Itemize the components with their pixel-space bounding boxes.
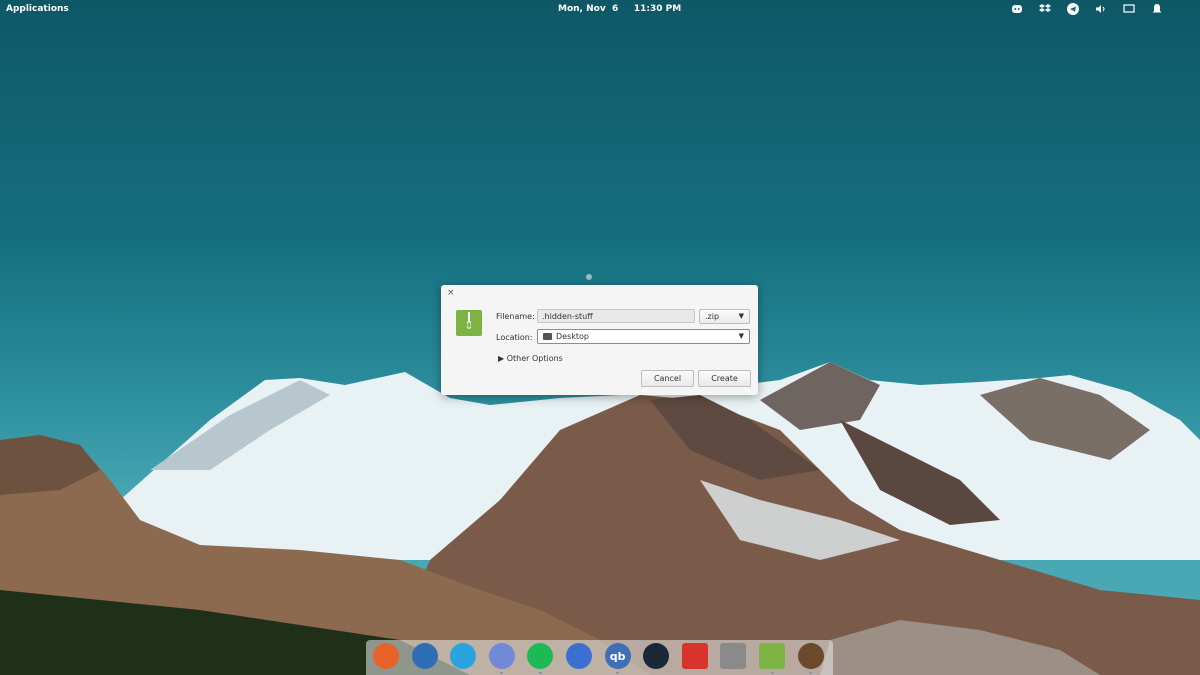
dock-simplenote-icon[interactable] xyxy=(566,643,592,669)
archive-icon xyxy=(456,310,482,336)
close-icon[interactable]: × xyxy=(447,288,455,298)
extension-value: .zip xyxy=(705,312,720,321)
create-button[interactable]: Create xyxy=(698,370,751,387)
triangle-right-icon: ▶ xyxy=(498,354,505,363)
discord-icon[interactable] xyxy=(1010,2,1024,16)
telegram-icon[interactable] xyxy=(1066,2,1080,16)
running-indicator xyxy=(809,672,813,674)
location-select[interactable]: Desktop ▼ xyxy=(537,329,750,344)
dock-files-icon[interactable] xyxy=(720,643,747,669)
notifications-icon[interactable] xyxy=(1150,2,1164,16)
running-indicator xyxy=(423,672,427,674)
applications-menu[interactable]: Applications xyxy=(6,4,69,14)
dock: qb xyxy=(366,640,833,675)
dock-archive-manager-icon[interactable] xyxy=(759,643,785,669)
dock-thunderbird-icon[interactable] xyxy=(411,643,438,669)
dock-discord-icon[interactable] xyxy=(488,643,515,669)
running-indicator xyxy=(616,672,620,674)
dock-text-editor-icon[interactable] xyxy=(681,643,708,669)
running-indicator xyxy=(500,672,504,674)
running-indicator xyxy=(770,672,774,674)
dropbox-icon[interactable] xyxy=(1038,2,1052,16)
running-indicator xyxy=(384,672,388,674)
chevron-down-icon: ▼ xyxy=(738,312,744,320)
dock-qbittorrent-icon[interactable]: qb xyxy=(604,643,631,669)
desktop-folder-icon xyxy=(543,333,552,340)
top-panel: Applications Mon, Nov 6 11:30 PM xyxy=(0,0,1200,18)
chevron-down-icon: ▼ xyxy=(738,332,744,340)
extension-select[interactable]: .zip ▼ xyxy=(699,309,750,324)
dock-cheese-icon[interactable] xyxy=(797,643,824,669)
filename-label: Filename: xyxy=(496,312,535,321)
dock-telegram-icon[interactable] xyxy=(450,643,477,669)
system-tray xyxy=(1010,2,1164,16)
dock-firefox-icon[interactable] xyxy=(373,643,399,669)
location-value: Desktop xyxy=(556,332,589,341)
dock-steam-icon[interactable] xyxy=(643,643,670,669)
location-label: Location: xyxy=(496,333,533,342)
volume-icon[interactable] xyxy=(1094,2,1108,16)
dock-spotify-icon[interactable] xyxy=(527,643,554,669)
other-options-expander[interactable]: ▶ Other Options xyxy=(498,354,563,363)
display-icon[interactable] xyxy=(1122,2,1136,16)
filename-field[interactable]: .hidden-stuff xyxy=(537,309,695,323)
datetime-indicator[interactable]: Mon, Nov 6 11:30 PM xyxy=(558,4,681,14)
other-options-label: Other Options xyxy=(506,354,563,363)
running-indicator xyxy=(538,672,542,674)
new-archive-dialog: × Filename: .hidden-stuff .zip ▼ Locatio… xyxy=(441,285,758,395)
cancel-button[interactable]: Cancel xyxy=(641,370,694,387)
